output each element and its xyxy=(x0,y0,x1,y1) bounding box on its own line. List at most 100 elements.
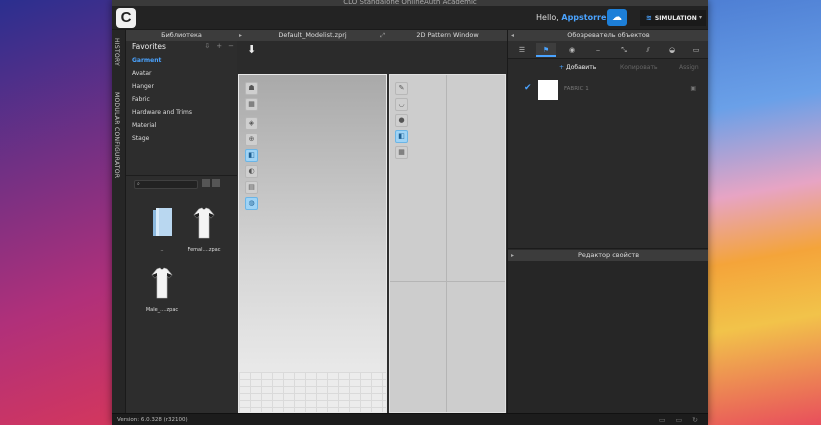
layout-icon[interactable]: ▭ xyxy=(676,416,683,424)
cloud-icon: ☁ xyxy=(612,12,622,23)
pencil-icon[interactable]: ✎ xyxy=(395,82,408,95)
grid-view-icon[interactable] xyxy=(212,179,220,187)
fabric-surface-icon[interactable]: ◧ xyxy=(245,149,258,162)
texture-display-icon[interactable]: ◈ xyxy=(245,117,258,130)
object-browser-header: ◂ Обозреватель объектов xyxy=(508,30,708,41)
screen-icon[interactable]: ▭ xyxy=(659,416,666,424)
maximize-icon[interactable]: ⤢ xyxy=(380,30,385,41)
download-icon[interactable]: ⇩ xyxy=(204,42,210,50)
folder-icon xyxy=(153,208,172,236)
fabric-list-item[interactable]: ✔ FABRIC 1 ▣ xyxy=(524,80,704,102)
status-bar: Version: 6.0.328 (r32100) ▭ ▭ ↻ xyxy=(112,413,708,425)
tshirt-icon xyxy=(193,207,215,239)
library-view-buttons xyxy=(202,179,222,187)
library-item-hanger[interactable]: Hanger xyxy=(126,80,237,93)
file-item-male-zpac[interactable]: Male_....zpac xyxy=(142,266,182,313)
library-item-hardware-trims[interactable]: Hardware and Trims xyxy=(126,106,237,119)
simulation-icon: ≋ xyxy=(646,14,652,22)
greeting-text: Hello, xyxy=(536,13,559,22)
refresh-icon[interactable]: ↻ xyxy=(692,416,698,424)
app-window: CLO Standalone OnlineAuth Academic C Hel… xyxy=(112,0,708,425)
download-arrow-icon[interactable]: ⬇ xyxy=(247,43,256,56)
library-search-input[interactable]: ⌕ xyxy=(134,180,198,189)
tshirt-icon xyxy=(151,267,173,299)
2d-center-line-vertical xyxy=(446,75,447,412)
clo-logo-icon[interactable]: C xyxy=(116,8,136,28)
2d-canvas[interactable]: ✎ ◡ ● ◧ ▦ xyxy=(389,74,506,413)
internal-line-icon[interactable]: ◡ xyxy=(395,98,408,111)
sort-icon[interactable] xyxy=(202,179,210,187)
object-browser-actions: + Добавить Копировать Assign xyxy=(508,62,708,76)
object-browser-tabs: ☰ ⚑ ◉ ⎯ ⤡ ⫽ ◒ ▭ xyxy=(508,41,708,59)
library-toolbar: Favorites ⇩ + − xyxy=(126,41,237,53)
desktop-wallpaper-right xyxy=(708,0,821,425)
button-tab-icon[interactable]: ◉ xyxy=(562,43,582,57)
library-item-fabric[interactable]: Fabric xyxy=(126,93,237,106)
2d-pattern-header: 2D Pattern Window xyxy=(388,30,507,41)
file-item-female-zpac[interactable]: Femal....zpac xyxy=(184,206,224,253)
2d-center-line-horizontal xyxy=(390,281,505,282)
property-editor-header: ▸ Редактор свойств xyxy=(508,250,708,261)
3d-tool-column: ☗ ▦ ◈ ⊕ ◧ ◐ ▤ ◍ xyxy=(245,82,259,213)
3d-viewport-title: Default_Modelist.zprj xyxy=(278,31,347,39)
file-label: Male_....zpac xyxy=(145,307,179,313)
app-header: C Hello, Appstorrent ☁ ≋ SIMULATION ▾ xyxy=(112,6,708,30)
pin-display-icon[interactable]: ⊕ xyxy=(245,133,258,146)
simulation-label: SIMULATION xyxy=(654,15,697,22)
property-editor-body xyxy=(508,261,708,413)
add-button-label: Добавить xyxy=(566,64,597,71)
status-icons: ▭ ▭ ↻ xyxy=(649,416,698,424)
more-tab-icon[interactable]: ▭ xyxy=(686,43,706,57)
collapse-arrow-icon[interactable]: ◂ xyxy=(511,30,514,41)
fabric-tab-icon[interactable]: ⚑ xyxy=(536,43,556,57)
library-tool-icons: ⇩ + − xyxy=(198,42,234,50)
tab-modular-configurator[interactable]: MODULAR CONFIGURATOR xyxy=(113,92,120,178)
topstitch-tab-icon[interactable]: ⤡ xyxy=(614,43,634,57)
globe-display-icon[interactable]: ◍ xyxy=(245,197,258,210)
add-icon[interactable]: + xyxy=(216,42,222,50)
fabric-name: FABRIC 1 xyxy=(564,86,589,92)
cloud-button[interactable]: ☁ xyxy=(607,9,627,26)
simulation-mode-dropdown[interactable]: ≋ SIMULATION ▾ xyxy=(640,10,706,26)
library-item-avatar[interactable]: Avatar xyxy=(126,67,237,80)
measure-display-icon[interactable]: ▤ xyxy=(245,181,258,194)
file-label: Femal....zpac xyxy=(187,247,221,253)
user-greeting: Hello, Appstorrent xyxy=(536,13,616,22)
library-item-garment[interactable]: Garment xyxy=(126,54,237,67)
add-button[interactable]: + Добавить xyxy=(559,64,596,71)
tab-history[interactable]: HISTORY xyxy=(113,38,120,66)
grid-icon[interactable]: ▦ xyxy=(395,146,408,159)
lock-icon[interactable]: ▣ xyxy=(690,85,696,92)
list-view-icon[interactable]: ☰ xyxy=(512,43,532,57)
buttonhole-tab-icon[interactable]: ⎯ xyxy=(588,43,608,57)
pattern-display-icon[interactable]: ◧ xyxy=(395,130,408,143)
garment-display-icon[interactable]: ▦ xyxy=(245,98,258,111)
3d-viewport-tabbar: ▸ Default_Modelist.zprj ⤢ xyxy=(237,30,388,41)
3d-floor-grid xyxy=(239,372,386,412)
search-icon: ⌕ xyxy=(137,181,140,187)
material-tab-icon[interactable]: ◒ xyxy=(662,43,682,57)
library-item-material[interactable]: Material xyxy=(126,119,237,132)
stitch-display-icon[interactable]: ◐ xyxy=(245,165,258,178)
copy-button[interactable]: Копировать xyxy=(620,64,657,71)
sewing-icon[interactable]: ● xyxy=(395,114,408,127)
file-item-parent-folder[interactable]: .. xyxy=(142,206,182,253)
property-editor-title: Редактор свойств xyxy=(577,251,640,259)
checkmark-icon: ✔ xyxy=(524,83,532,93)
2d-tool-column: ✎ ◡ ● ◧ ▦ xyxy=(395,82,409,162)
remove-icon[interactable]: − xyxy=(228,42,234,50)
zipper-tab-icon[interactable]: ⫽ xyxy=(638,43,658,57)
library-header: Библиотека xyxy=(126,30,237,41)
version-text: Version: 6.0.328 (r32100) xyxy=(117,417,188,423)
2d-pattern-panel: 2D Pattern Window ✎ ◡ ● ◧ ▦ xyxy=(388,30,507,413)
side-tab-strip: HISTORY MODULAR CONFIGURATOR xyxy=(112,30,126,413)
avatar-display-icon[interactable]: ☗ xyxy=(245,82,258,95)
3d-canvas[interactable]: ☗ ▦ ◈ ⊕ ◧ ◐ ▤ ◍ xyxy=(238,74,387,413)
favorites-label[interactable]: Favorites xyxy=(132,42,166,51)
panel-divider xyxy=(508,248,708,249)
collapse-arrow-icon[interactable]: ▸ xyxy=(511,250,514,261)
object-browser-panel: ◂ Обозреватель объектов ☰ ⚑ ◉ ⎯ ⤡ ⫽ ◒ ▭ … xyxy=(507,30,708,413)
assign-button[interactable]: Assign xyxy=(679,64,699,71)
library-item-stage[interactable]: Stage xyxy=(126,132,237,145)
object-browser-title: Обозреватель объектов xyxy=(567,31,650,39)
